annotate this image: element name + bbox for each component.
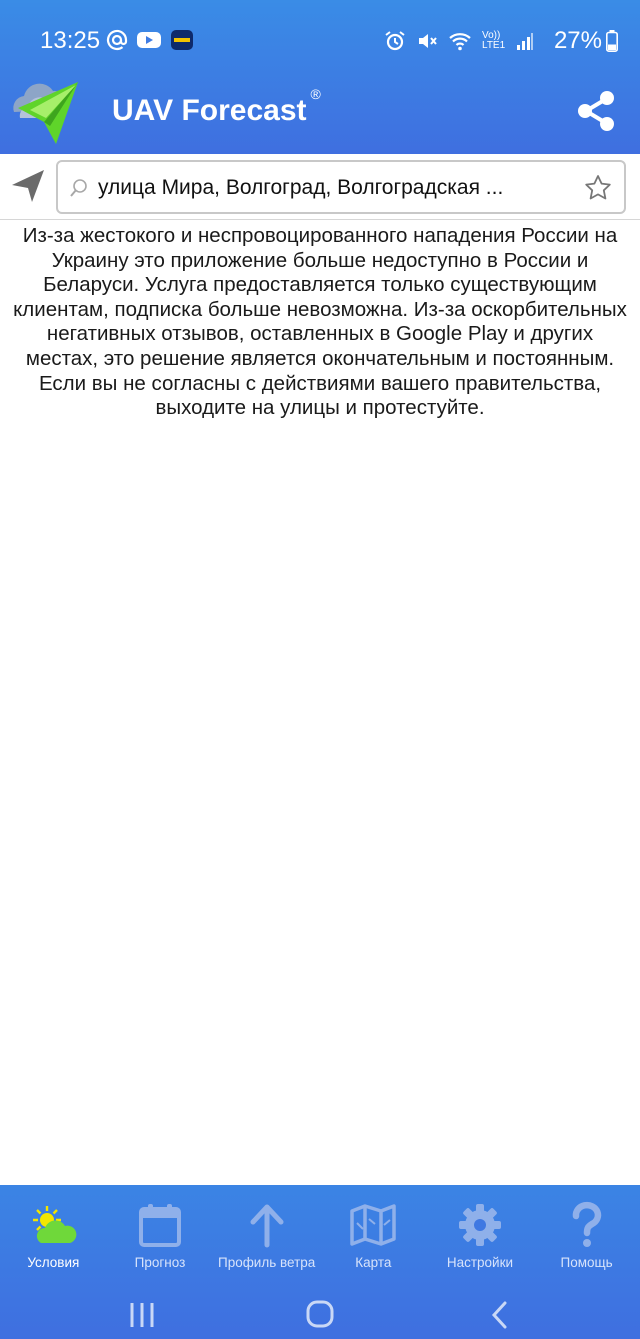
weather-icon (33, 1206, 77, 1243)
share-button[interactable] (574, 88, 620, 134)
network-label: Vo)) LTE1 (482, 30, 506, 51)
registered-mark: ® (310, 86, 321, 102)
search-box[interactable] (56, 160, 626, 214)
app-bar: UAV Forecast ® (0, 70, 640, 154)
nav-label: Прогноз (134, 1255, 186, 1270)
bottom-nav: Условия Прогноз Профиль ветра Карта Наст… (0, 1193, 640, 1283)
search-input[interactable] (98, 170, 568, 206)
home-icon[interactable] (300, 1297, 340, 1333)
alarm-icon (385, 31, 405, 51)
arrow-up-icon (250, 1204, 284, 1248)
system-nav-bar (0, 1291, 640, 1339)
signal-icon (517, 33, 533, 50)
mute-icon (419, 34, 437, 48)
wifi-icon (449, 33, 471, 51)
metro-icon (171, 30, 193, 50)
calendar-icon (138, 1204, 181, 1247)
status-time: 13:25 (40, 27, 101, 54)
nav-item-settings[interactable]: Настройки (427, 1193, 534, 1283)
nav-label: Условия (27, 1255, 80, 1270)
at-icon (106, 29, 128, 51)
nav-label: Помощь (560, 1255, 613, 1270)
top-header: 13:25 Vo)) LTE1 27% UAV Forecast ® (0, 0, 640, 154)
search-icon (70, 179, 87, 197)
back-icon[interactable] (480, 1297, 520, 1333)
question-icon (572, 1201, 601, 1247)
recent-apps-icon[interactable] (122, 1297, 162, 1333)
status-bar: 13:25 Vo)) LTE1 27% (0, 22, 640, 60)
battery-icon (606, 30, 618, 52)
nav-item-help[interactable]: Помощь (533, 1193, 640, 1283)
navigation-arrow-icon[interactable] (8, 166, 48, 206)
app-logo-icon (13, 82, 78, 144)
battery-percent: 27% (553, 27, 602, 54)
nav-label: Настройки (446, 1255, 514, 1270)
nav-item-forecast[interactable]: Прогноз (107, 1193, 214, 1283)
nav-item-wind-profile[interactable]: Профиль ветра (213, 1193, 320, 1283)
nav-label: Профиль ветра (217, 1255, 316, 1270)
nav-label: Карта (355, 1255, 392, 1270)
nav-item-conditions[interactable]: Условия (0, 1193, 107, 1283)
nav-item-map[interactable]: Карта (320, 1193, 427, 1283)
search-row (0, 154, 640, 220)
map-icon (350, 1204, 397, 1246)
notice-text: Из-за жестокого и неспровоцированного на… (13, 224, 627, 420)
youtube-icon (137, 32, 161, 48)
bottom-area: Условия Прогноз Профиль ветра Карта Наст… (0, 1185, 640, 1339)
star-icon[interactable] (584, 174, 612, 202)
app-title: UAV Forecast ® (112, 86, 321, 127)
gear-icon (458, 1204, 501, 1246)
